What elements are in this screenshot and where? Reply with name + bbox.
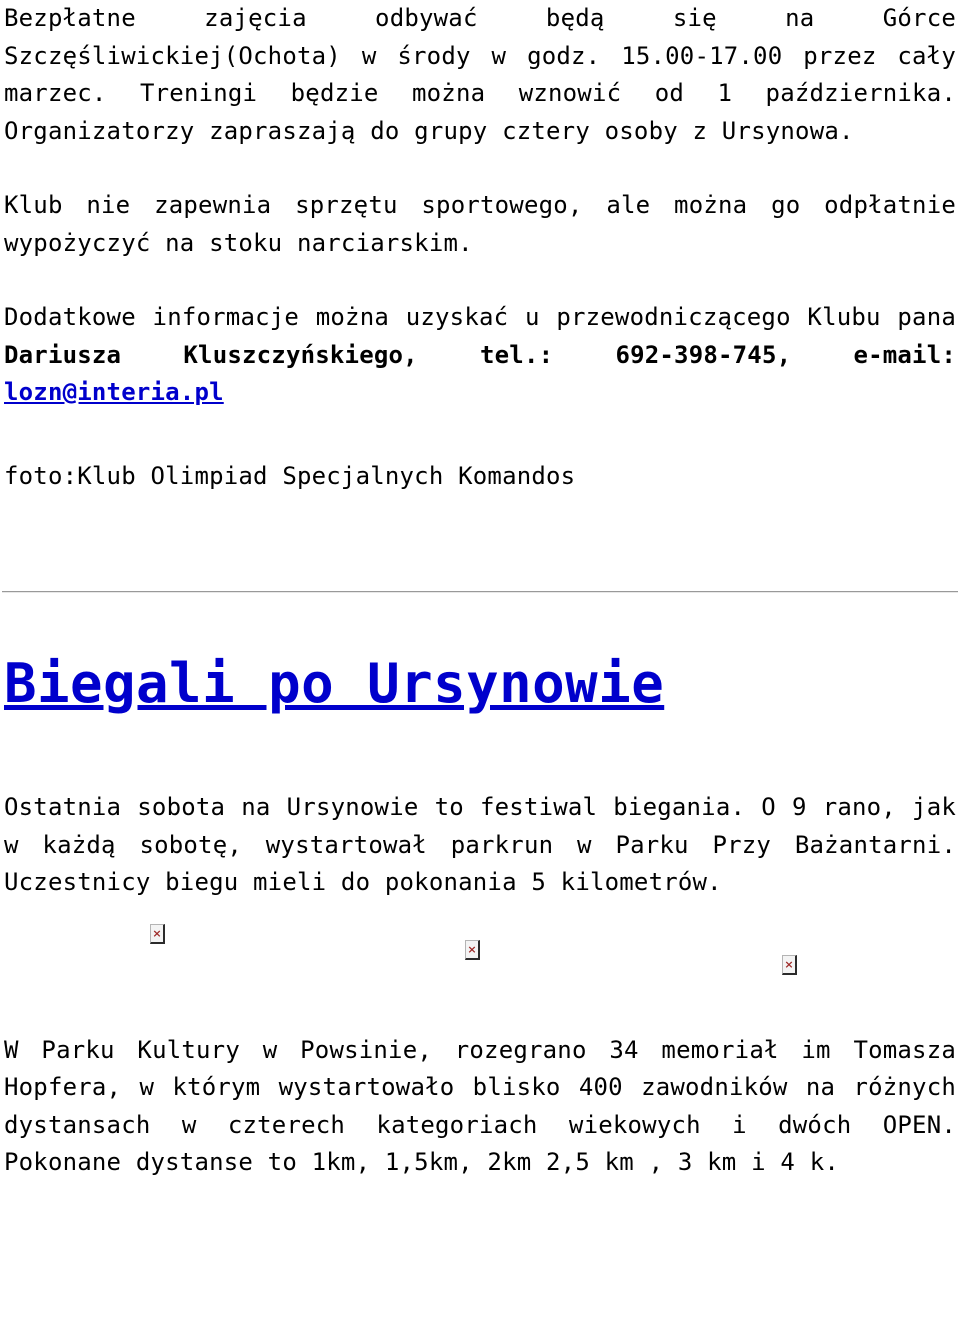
page-root: Bezpłatne zajęcia odbywać będą się na Gó… [0, 0, 960, 1343]
paragraph-intro-schedule: Bezpłatne zajęcia odbywać będą się na Gó… [4, 4, 956, 145]
paragraph-photo-credit: foto:Klub Olimpiad Specjalnych Komandos [4, 461, 576, 490]
article-second: Biegali po Ursynowie Ostatnia sobota na … [0, 593, 960, 1182]
broken-image-x-glyph: × [784, 957, 794, 971]
broken-image-x-glyph: × [152, 926, 162, 940]
paragraph-article-lead: Ostatnia sobota na Ursynowie to festiwal… [4, 793, 956, 896]
paragraph-contact: Dodatkowe informacje można uzyskać u prz… [4, 299, 956, 412]
contact-text-prefix: Dodatkowe informacje można uzyskać u prz… [4, 303, 956, 331]
broken-image-gallery: × × × [4, 902, 956, 1032]
paragraph-intro-equipment: Klub nie zapewnia sprzętu sportowego, al… [4, 191, 956, 257]
broken-image-2-icon[interactable]: × [465, 939, 480, 960]
article-heading-link[interactable]: Biegali po Ursynowie [4, 652, 664, 715]
contact-email-link[interactable]: lozn@interia.pl [4, 378, 224, 406]
contact-details-bold: Dariusza Kluszczyńskiego, tel.: 692-398-… [4, 340, 956, 369]
broken-image-3-icon[interactable]: × [782, 954, 797, 975]
page-title: Biegali po Ursynowie [4, 653, 956, 715]
broken-image-1-icon[interactable]: × [150, 923, 165, 944]
article-content: Bezpłatne zajęcia odbywać będą się na Gó… [0, 0, 960, 591]
paragraph-article-body: W Parku Kultury w Powsinie, rozegrano 34… [4, 1035, 956, 1177]
broken-image-x-glyph: × [467, 942, 477, 956]
